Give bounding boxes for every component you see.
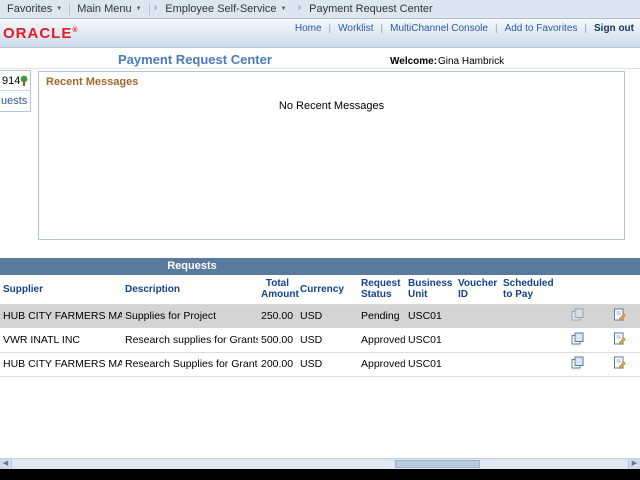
worklist-link[interactable]: Worklist	[338, 23, 373, 34]
chevron-down-icon: ▼	[136, 6, 142, 12]
column-header-voucher-id: Voucher ID	[455, 275, 500, 304]
bottom-bar	[0, 469, 640, 480]
recent-messages-title: Recent Messages	[46, 76, 138, 88]
cell-supplier: VWR INATL INC	[0, 328, 122, 352]
cell-currency: USD	[297, 328, 358, 352]
cell-total-amount: 500.00	[258, 328, 297, 352]
link-divider: |	[584, 23, 587, 34]
requests-table: Supplier Description Total Amount Curren…	[0, 275, 640, 377]
cell-description: Research Supplies for Grant	[122, 352, 258, 376]
scroll-right-button[interactable]: ▶	[628, 459, 640, 469]
no-recent-messages-text: No Recent Messages	[39, 100, 624, 112]
cell-voucher-id	[455, 304, 500, 328]
favorites-menu[interactable]: Favorites ▼	[0, 3, 69, 15]
column-header-total-amount: Total Amount	[258, 275, 297, 304]
banner-links: Home | Worklist | MultiChannel Console |…	[295, 23, 634, 34]
documents-icon[interactable]	[571, 308, 584, 324]
cell-description: Research supplies for Grants	[122, 328, 258, 352]
column-header-request-status: Request Status	[358, 275, 405, 304]
oracle-logo: ORACLE®	[3, 25, 79, 42]
requests-section-title: Requests	[0, 260, 384, 272]
payment-request-center-screen: Favorites ▼ Main Menu ▼ › Employee Self-…	[0, 0, 640, 480]
cell-business-unit: USC01	[405, 352, 455, 376]
favorites-menu-label: Favorites	[7, 3, 52, 15]
breadcrumb-bar: Favorites ▼ Main Menu ▼ › Employee Self-…	[0, 0, 640, 19]
breadcrumb-label: Payment Request Center	[309, 3, 433, 15]
edit-document-icon[interactable]	[613, 356, 626, 372]
cell-scheduled-to-pay	[500, 304, 556, 328]
breadcrumb-arrow-icon: ›	[293, 2, 302, 16]
page-title: Payment Request Center	[118, 52, 272, 67]
table-row: HUB CITY FARMERS MARKET/ Supplies for Pr…	[0, 304, 640, 328]
cell-business-unit: USC01	[405, 304, 455, 328]
home-link[interactable]: Home	[295, 23, 322, 34]
breadcrumb-employee-self-service[interactable]: Employee Self-Service ▼	[158, 3, 293, 15]
left-summary-panel: 914 uests	[0, 70, 31, 112]
cell-description: Supplies for Project	[122, 304, 258, 328]
cell-business-unit: USC01	[405, 328, 455, 352]
panel-divider	[0, 90, 30, 91]
horizontal-scrollbar[interactable]: ◀ ▶	[0, 458, 640, 469]
column-header-business-unit: Business Unit	[405, 275, 455, 304]
cell-currency: USD	[297, 352, 358, 376]
main-menu[interactable]: Main Menu ▼	[70, 3, 148, 15]
title-divider	[0, 68, 640, 69]
cell-request-status: Approved	[358, 328, 405, 352]
multichannel-console-link[interactable]: MultiChannel Console	[390, 23, 488, 34]
edit-document-icon[interactable]	[613, 308, 626, 324]
chevron-down-icon: ▼	[56, 6, 62, 12]
add-to-favorites-link[interactable]: Add to Favorites	[505, 23, 578, 34]
chevron-down-icon: ▼	[281, 6, 287, 12]
documents-icon[interactable]	[571, 356, 584, 372]
scrollbar-thumb[interactable]	[395, 460, 480, 468]
documents-icon[interactable]	[571, 332, 584, 348]
link-divider: |	[381, 23, 384, 34]
edit-document-icon[interactable]	[613, 332, 626, 348]
link-divider: |	[495, 23, 498, 34]
cell-supplier: HUB CITY FARMERS MARKET/	[0, 352, 122, 376]
main-menu-label: Main Menu	[77, 3, 131, 15]
welcome-label: Welcome:	[390, 56, 437, 67]
column-header-supplier: Supplier	[0, 275, 122, 304]
breadcrumb-payment-request-center[interactable]: Payment Request Center	[302, 3, 440, 15]
pending-requests-count: 914	[2, 75, 20, 87]
column-header-scheduled-to-pay: Scheduled to Pay	[500, 275, 556, 304]
cell-scheduled-to-pay	[500, 328, 556, 352]
banner: ORACLE® Home | Worklist | MultiChannel C…	[0, 19, 640, 48]
table-row: HUB CITY FARMERS MARKET/ Research Suppli…	[0, 352, 640, 376]
cell-total-amount: 250.00	[258, 304, 297, 328]
link-divider: |	[329, 23, 332, 34]
column-header-description: Description	[122, 275, 258, 304]
user-name: Gina Hambrick	[438, 56, 504, 67]
requests-link[interactable]: uests	[1, 95, 27, 107]
cell-voucher-id	[455, 352, 500, 376]
table-row: VWR INATL INC Research supplies for Gran…	[0, 328, 640, 352]
sign-out-link[interactable]: Sign out	[594, 23, 634, 34]
cell-request-status: Pending	[358, 304, 405, 328]
column-header-actions	[556, 275, 598, 304]
cell-voucher-id	[455, 328, 500, 352]
breadcrumb-arrow-icon: ›	[150, 2, 159, 16]
cell-currency: USD	[297, 304, 358, 328]
cell-request-status: Approved	[358, 352, 405, 376]
recent-messages-box: Recent Messages No Recent Messages	[38, 71, 625, 240]
cell-total-amount: 200.00	[258, 352, 297, 376]
column-header-actions	[598, 275, 640, 304]
breadcrumb-label: Employee Self-Service	[165, 3, 276, 15]
scroll-left-button[interactable]: ◀	[0, 459, 12, 469]
column-header-currency: Currency	[297, 275, 358, 304]
cell-scheduled-to-pay	[500, 352, 556, 376]
cell-supplier: HUB CITY FARMERS MARKET/	[0, 304, 122, 328]
table-header-row: Supplier Description Total Amount Curren…	[0, 275, 640, 304]
requests-section-bar: Requests	[0, 258, 640, 275]
